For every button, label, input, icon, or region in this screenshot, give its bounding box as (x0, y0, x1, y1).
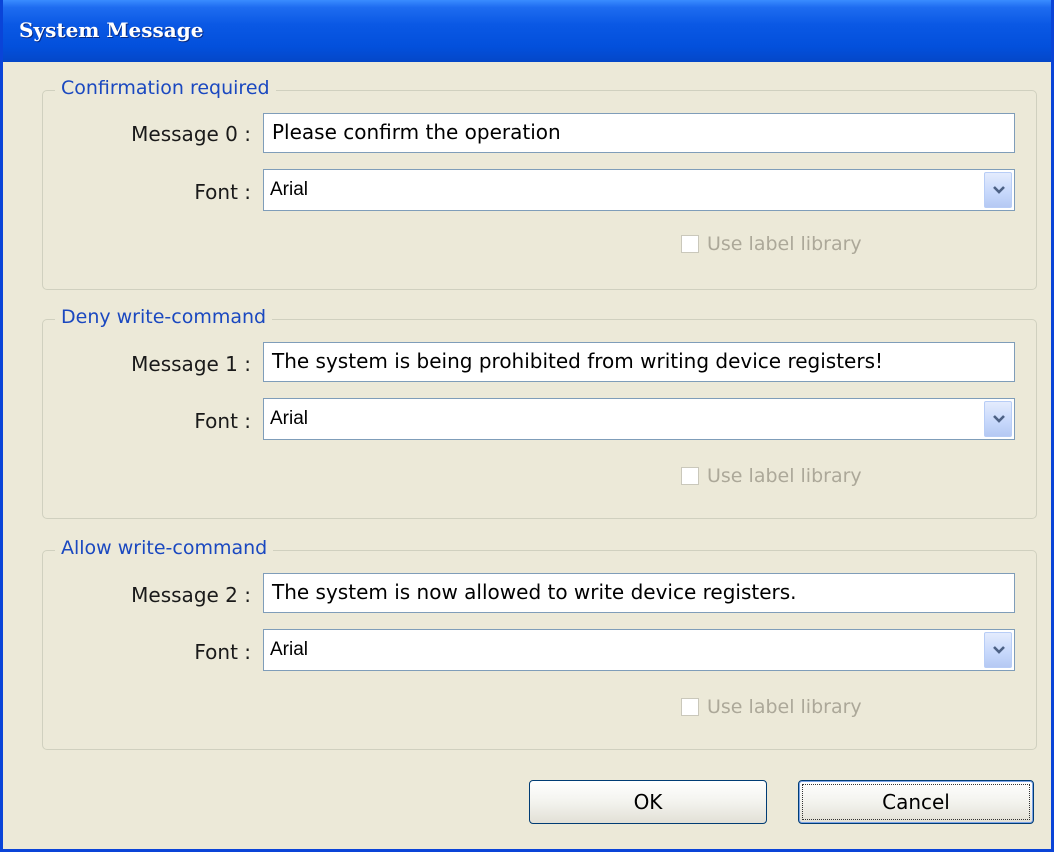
use-label-library-1-checkbox[interactable] (681, 467, 699, 485)
message-0-input[interactable]: Please confirm the operation (263, 113, 1015, 153)
message-2-label: Message 2 : (131, 583, 251, 607)
font-2-label: Font : (194, 640, 251, 664)
font-2-dropdown-button[interactable] (984, 632, 1012, 668)
message-1-input[interactable]: The system is being prohibited from writ… (263, 342, 1015, 382)
font-2-value: Arial (270, 639, 309, 660)
message-0-label: Message 0 : (131, 122, 251, 146)
group-legend: Deny write-command (55, 306, 273, 328)
chevron-down-icon (993, 186, 1005, 194)
font-1-label: Font : (194, 409, 251, 433)
font-0-dropdown-button[interactable] (984, 172, 1012, 208)
group-legend: Confirmation required (55, 77, 276, 99)
use-label-library-0-label: Use label library (707, 233, 862, 255)
use-label-library-0-checkbox[interactable] (681, 235, 699, 253)
font-0-select[interactable]: Arial (263, 169, 1015, 211)
use-label-library-1-label: Use label library (707, 465, 862, 487)
message-1-label: Message 1 : (131, 352, 251, 376)
font-1-value: Arial (270, 408, 309, 429)
system-message-dialog: System Message Confirmation required Mes… (0, 0, 1054, 852)
ok-button[interactable]: OK (529, 780, 767, 824)
group-legend: Allow write-command (55, 537, 274, 559)
window-title: System Message (19, 18, 204, 42)
title-bar[interactable]: System Message (3, 0, 1051, 62)
font-0-label: Font : (194, 180, 251, 204)
chevron-down-icon (993, 646, 1005, 654)
font-1-dropdown-button[interactable] (984, 401, 1012, 437)
font-1-select[interactable]: Arial (263, 398, 1015, 440)
chevron-down-icon (993, 415, 1005, 423)
font-2-select[interactable]: Arial (263, 629, 1015, 671)
cancel-button[interactable]: Cancel (798, 780, 1034, 824)
message-2-input[interactable]: The system is now allowed to write devic… (263, 573, 1015, 613)
use-label-library-2-checkbox[interactable] (681, 698, 699, 716)
use-label-library-2-label: Use label library (707, 696, 862, 718)
font-0-value: Arial (270, 179, 309, 200)
